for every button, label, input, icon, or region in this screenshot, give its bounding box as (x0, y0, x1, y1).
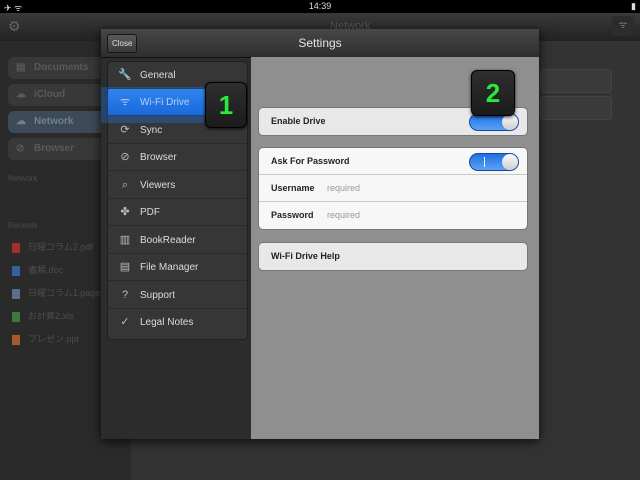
wifi-drive-help-button[interactable]: Wi-Fi Drive Help (259, 243, 527, 270)
sidebar-item-label: Documents (34, 62, 89, 73)
wifi-button-icon[interactable]: ᯤ (612, 16, 634, 36)
username-row[interactable]: Username required (259, 175, 527, 202)
pdf-file-icon (12, 242, 20, 253)
menu-item-file-manager[interactable]: ▤ File Manager (108, 254, 247, 281)
background-row (540, 96, 612, 120)
wifi-drive-highlight (101, 87, 216, 123)
ppt-file-icon (12, 334, 20, 345)
sidebar-item-label: Network (34, 116, 74, 127)
pages-file-icon (12, 288, 20, 299)
username-field[interactable]: required (327, 175, 360, 202)
enable-drive-label: Enable Drive (271, 116, 326, 126)
recent-file[interactable]: お計算2.xls (12, 309, 74, 322)
wrench-icon: 🔧 (118, 69, 132, 81)
gear-icon[interactable]: ⚙ (8, 18, 21, 35)
ask-password-label: Ask For Password (271, 156, 350, 166)
callout-badge-2: 2 (471, 70, 515, 116)
cloud-network-icon: ☁ (16, 116, 26, 127)
recent-file[interactable]: 日曜コラム2.pdf (12, 240, 93, 253)
recent-file[interactable]: 日曜コラム1.pages (12, 286, 105, 299)
pdf-icon: ✤ (120, 206, 130, 218)
network-heading: Network (8, 174, 38, 183)
toggle-knob (502, 114, 518, 130)
username-label: Username (271, 183, 315, 193)
password-group: Ask For Password Username required Passw… (258, 147, 528, 230)
xls-file-icon (12, 311, 20, 322)
menu-item-legal-notes[interactable]: ✓ Legal Notes (108, 309, 247, 336)
recent-file[interactable]: プレゼン.ppt (12, 332, 79, 345)
status-bar: ✈ ᯤ 14:39 ▮ (0, 0, 640, 13)
menu-item-pdf[interactable]: ✤ PDF (108, 199, 247, 226)
recent-file[interactable]: 書類.doc (12, 263, 63, 276)
callout-badge-1: 1 (205, 82, 247, 128)
password-field[interactable]: required (327, 202, 360, 229)
ask-password-toggle[interactable] (469, 153, 519, 171)
password-label: Password (271, 210, 314, 220)
toggle-knob (502, 154, 518, 170)
question-icon: ? (121, 289, 129, 301)
background-row (540, 69, 612, 93)
compass-icon: ⊘ (120, 151, 130, 163)
menu-item-browser[interactable]: ⊘ Browser (108, 144, 247, 171)
modal-title: Settings (298, 36, 342, 50)
status-time: 14:39 (308, 1, 332, 11)
sidebar-item-label: iCloud (34, 89, 66, 100)
toggle-on-mark (484, 157, 485, 167)
modal-header: Close Settings (101, 29, 539, 58)
sidebar-item-label: Browser (34, 143, 75, 154)
menu-item-bookreader[interactable]: ▥ BookReader (108, 227, 247, 254)
book-icon: ▥ (119, 234, 131, 246)
recents-heading: Recents (8, 221, 38, 230)
compass-icon: ⊘ (16, 143, 25, 154)
help-group: Wi-Fi Drive Help (258, 242, 528, 271)
cloud-icon: ☁ (16, 89, 26, 100)
documents-icon: ▤ (16, 62, 26, 73)
battery-icon: ▮ (631, 1, 636, 11)
menu-item-viewers[interactable]: ⌕ Viewers (108, 172, 247, 199)
doc-file-icon (12, 265, 20, 276)
password-row[interactable]: Password required (259, 202, 527, 229)
menu-item-support[interactable]: ? Support (108, 282, 247, 309)
file-icon: ▤ (119, 261, 131, 273)
check-icon: ✓ (120, 316, 130, 328)
search-icon: ⌕ (121, 179, 129, 191)
